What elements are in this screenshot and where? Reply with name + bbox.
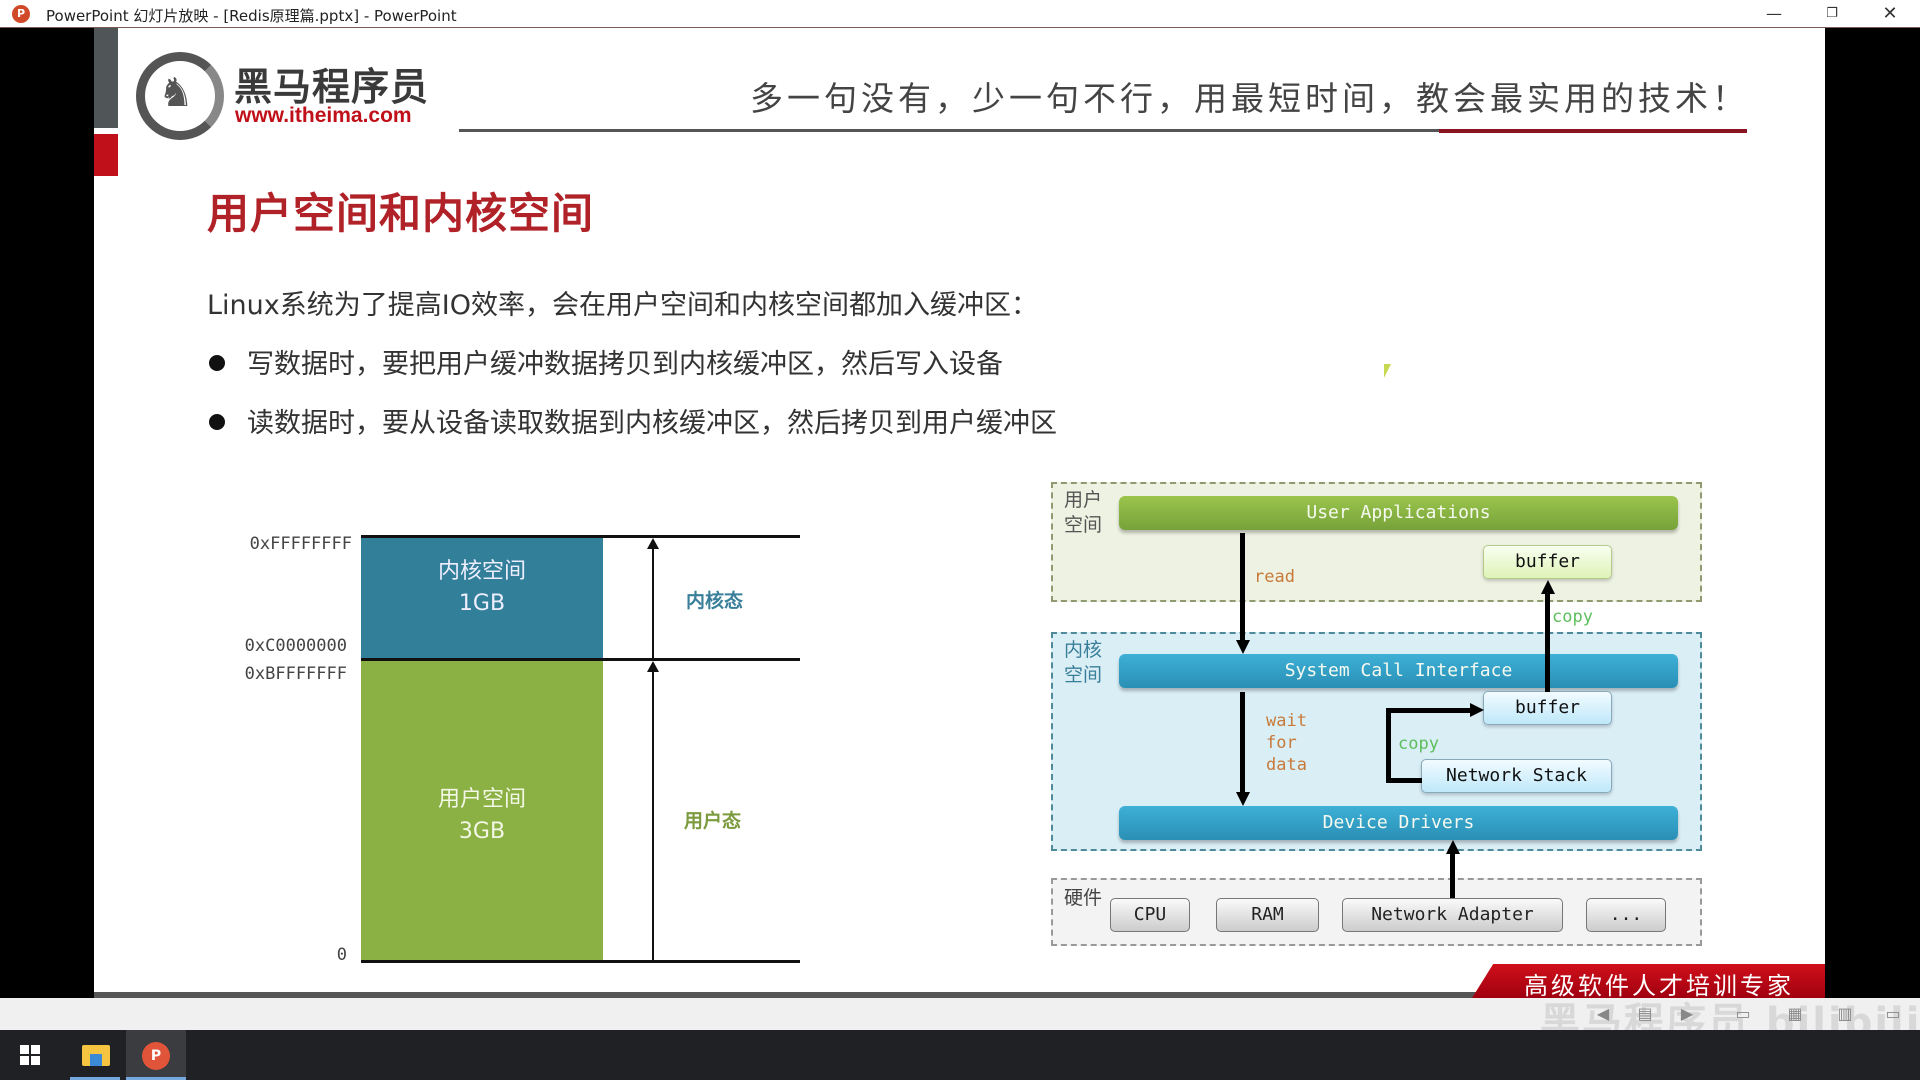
- hardware-more: ...: [1586, 898, 1666, 932]
- wait-line: data: [1266, 755, 1307, 775]
- arrow-up-icon: [1541, 580, 1555, 594]
- hardware-zone-label: 硬件: [1064, 887, 1103, 909]
- bullet-dot-icon: [209, 354, 225, 371]
- address-user-end: 0xBFFFFFFF: [244, 664, 347, 684]
- adapter-arrow: [1450, 850, 1455, 898]
- arrow-right-icon: [1470, 703, 1484, 717]
- normal-view-icon[interactable]: ▭: [1732, 1003, 1754, 1025]
- mouse-cursor-icon: [1384, 364, 1391, 378]
- next-slide-icon[interactable]: ▶: [1676, 1003, 1698, 1025]
- taskbar-file-explorer[interactable]: [70, 1030, 130, 1080]
- bullet-item: 写数据时，要把用户缓冲数据拷贝到内核缓冲区，然后写入设备: [209, 342, 1003, 381]
- windows-icon: [20, 1045, 40, 1065]
- slide-sorter-icon[interactable]: ▦: [1784, 1003, 1806, 1025]
- horse-head-icon: ♞: [158, 70, 194, 116]
- boundary-line-bottom: [361, 960, 800, 963]
- kernel-space-block: 内核空间 1GB: [361, 536, 603, 660]
- slogan-underline: [459, 129, 1459, 132]
- slogan-underline-accent: [1439, 129, 1747, 133]
- logo-url: www.itheima.com: [235, 104, 412, 127]
- kernel-space-size: 1GB: [458, 591, 506, 616]
- user-space-size: 3GB: [458, 819, 506, 844]
- folder-icon: [82, 1045, 110, 1066]
- slide[interactable]: ♞ 黑马程序员 www.itheima.com 多一句没有，少一句不行，用最短时…: [94, 28, 1825, 998]
- user-range-arrow: [652, 668, 654, 960]
- previous-slide-icon[interactable]: ◀: [1592, 1003, 1614, 1025]
- kernel-space-zone-label: 内核 空间: [1064, 638, 1102, 688]
- zone-label-line: 内核: [1064, 639, 1103, 661]
- device-drivers-bar: Device Drivers: [1119, 806, 1678, 840]
- zone-label-line: 空间: [1064, 514, 1103, 536]
- address-bottom: 0: [336, 945, 347, 965]
- company-logo: ♞ 黑马程序员 www.itheima.com: [136, 52, 476, 142]
- hardware-network-adapter: Network Adapter: [1342, 898, 1563, 932]
- restore-button[interactable]: ❐: [1803, 0, 1861, 28]
- powerpoint-icon: P: [142, 1042, 170, 1070]
- user-mode-label: 用户态: [684, 810, 742, 832]
- powerpoint-icon: P: [12, 5, 30, 23]
- reading-view-icon[interactable]: ▥: [1834, 1003, 1856, 1025]
- close-button[interactable]: ✕: [1861, 0, 1919, 28]
- arrow-up-icon: [647, 538, 659, 549]
- user-buffer-box: buffer: [1483, 545, 1612, 579]
- wait-arrow: [1240, 692, 1245, 796]
- taskbar-powerpoint[interactable]: P: [126, 1030, 186, 1080]
- system-call-interface-bar: System Call Interface: [1119, 654, 1678, 688]
- user-space-block: 用户空间 3GB: [361, 660, 603, 961]
- zone-label-line: 空间: [1064, 664, 1103, 686]
- arrow-down-icon: [1236, 792, 1250, 806]
- wait-line: wait: [1266, 711, 1307, 731]
- user-applications-bar: User Applications: [1119, 496, 1678, 530]
- network-stack-box: Network Stack: [1421, 759, 1612, 793]
- user-space-zone-label: 用户 空间: [1064, 488, 1102, 538]
- copy-connector: [1386, 708, 1470, 713]
- decorative-bar-red: [94, 134, 118, 176]
- bullet-item: 读数据时，要从设备读取数据到内核缓冲区，然后拷贝到用户缓冲区: [209, 401, 1057, 440]
- decorative-bar-grey: [94, 28, 118, 128]
- arrow-down-icon: [1236, 640, 1250, 654]
- bullet-dot-icon: [209, 413, 225, 430]
- bullet-text: 写数据时，要把用户缓冲数据拷贝到内核缓冲区，然后写入设备: [247, 349, 1003, 380]
- start-button[interactable]: [0, 1030, 60, 1080]
- boundary-line-middle: [361, 658, 800, 661]
- logo-name: 黑马程序员: [234, 65, 430, 109]
- wait-annotation: wait for data: [1266, 710, 1307, 776]
- minimize-button[interactable]: —: [1745, 0, 1803, 28]
- user-space-label: 用户空间: [437, 787, 526, 812]
- slideshow-icon[interactable]: ▭: [1882, 1003, 1904, 1025]
- window-titlebar: P PowerPoint 幻灯片放映 - [Redis原理篇.pptx] - P…: [0, 0, 1920, 28]
- copy-up-arrow: [1545, 592, 1550, 692]
- read-arrow: [1240, 533, 1245, 643]
- boundary-line-top: [361, 535, 800, 538]
- zone-label-line: 用户: [1064, 489, 1103, 511]
- intro-text: Linux系统为了提高IO效率，会在用户空间和内核空间都加入缓冲区：: [207, 290, 1038, 321]
- slide-title: 用户空间和内核空间: [207, 189, 595, 238]
- hardware-ram: RAM: [1216, 898, 1319, 932]
- copy-inner-annotation: copy: [1398, 734, 1439, 754]
- hardware-cpu: CPU: [1110, 898, 1190, 932]
- window-title: PowerPoint 幻灯片放映 - [Redis原理篇.pptx] - Pow…: [46, 7, 457, 25]
- arrow-up-icon: [647, 661, 659, 672]
- copy-connector: [1386, 708, 1391, 783]
- kernel-range-arrow: [652, 544, 654, 658]
- kernel-space-label: 内核空间: [437, 559, 526, 584]
- kernel-buffer-box: buffer: [1483, 691, 1612, 725]
- arrow-up-icon: [1446, 840, 1460, 854]
- address-top: 0xFFFFFFFF: [249, 534, 352, 554]
- copy-connector: [1386, 778, 1422, 783]
- kernel-mode-label: 内核态: [686, 590, 744, 612]
- read-annotation: read: [1254, 567, 1295, 587]
- wait-line: for: [1266, 733, 1297, 753]
- slogan: 多一句没有，少一句不行，用最短时间，教会最实用的技术！: [750, 79, 1749, 118]
- slide-menu-icon[interactable]: ▤: [1634, 1003, 1656, 1025]
- address-kernel-start: 0xC0000000: [244, 636, 347, 656]
- bullet-text: 读数据时，要从设备读取数据到内核缓冲区，然后拷贝到用户缓冲区: [247, 408, 1057, 439]
- copy-annotation: copy: [1552, 607, 1593, 627]
- taskbar: P: [0, 1030, 1920, 1080]
